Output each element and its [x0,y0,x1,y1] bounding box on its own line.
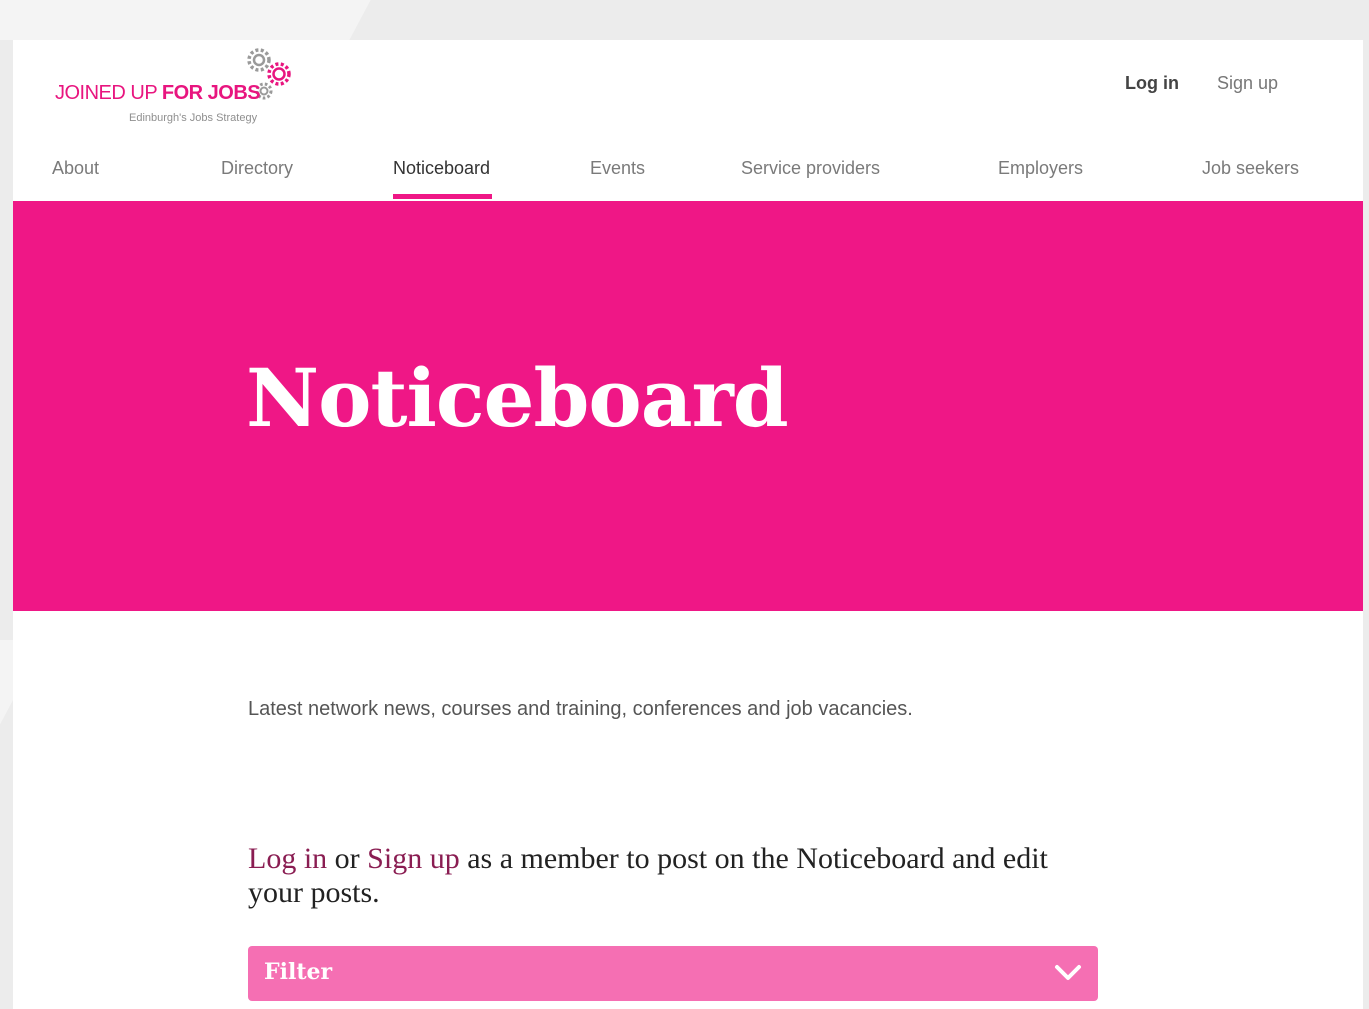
page-title: Noticeboard [246,351,789,445]
nav-about[interactable]: About [52,158,99,179]
logo-wordmark-part1: JOINED UP [55,82,162,104]
logo[interactable]: JOINED UP FOR JOBS Edinburgh's Jobs Stra… [55,44,315,128]
prompt-or-text: or [327,842,368,875]
active-nav-indicator [393,194,492,199]
page: JOINED UP FOR JOBS Edinburgh's Jobs Stra… [13,40,1363,1009]
chevron-down-icon [1055,965,1081,980]
nav-job-seekers[interactable]: Job seekers [1202,158,1299,179]
nav-directory[interactable]: Directory [221,158,293,179]
filter-label: Filter [264,959,333,985]
member-prompt: Log in or Sign up as a member to post on… [248,842,1108,910]
logo-wordmark-part2: FOR JOBS [161,82,261,104]
prompt-signup-link[interactable]: Sign up [367,842,460,875]
nav-noticeboard[interactable]: Noticeboard [393,158,490,179]
logo-wordmark: JOINED UP FOR JOBS [55,82,261,105]
signup-link[interactable]: Sign up [1217,73,1278,94]
main-nav: About Directory Noticeboard Events Servi… [13,158,1363,202]
prompt-login-link[interactable]: Log in [248,842,327,875]
hero-banner: Noticeboard [13,201,1363,611]
filter-toggle[interactable]: Filter [248,946,1098,1001]
nav-employers[interactable]: Employers [998,158,1083,179]
nav-service-providers[interactable]: Service providers [741,158,880,179]
nav-events[interactable]: Events [590,158,645,179]
intro-text: Latest network news, courses and trainin… [248,698,913,720]
login-link[interactable]: Log in [1125,73,1179,94]
logo-tagline: Edinburgh's Jobs Strategy [129,112,258,124]
